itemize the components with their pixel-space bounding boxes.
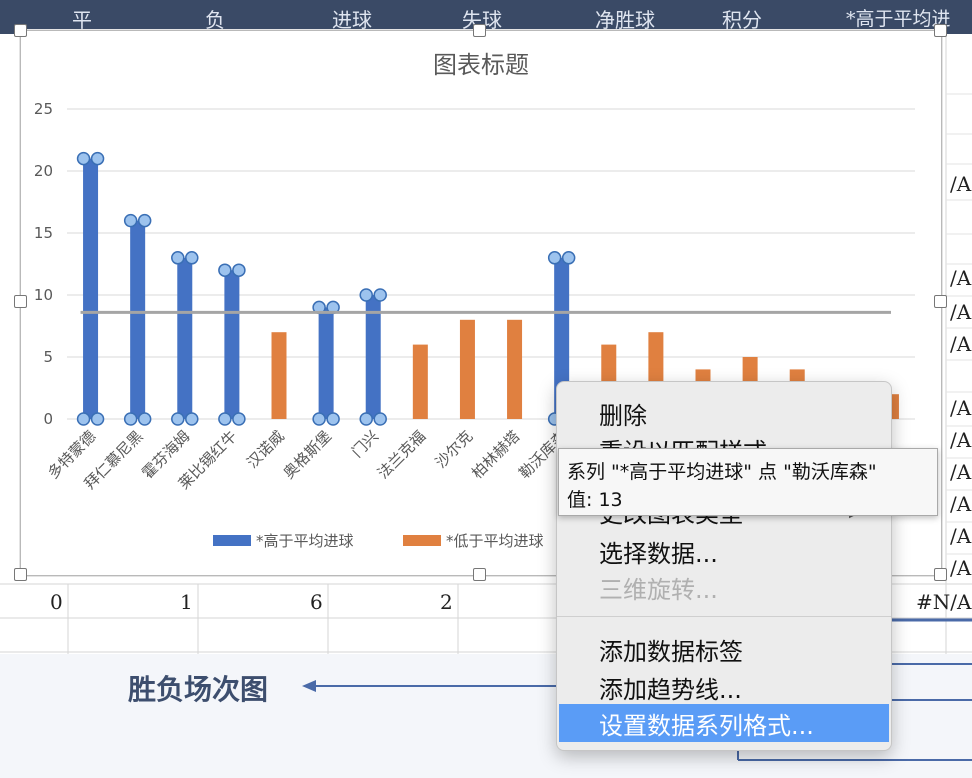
selection-handle	[547, 251, 562, 265]
selection-handle	[218, 263, 232, 277]
y-tick-label: 25	[34, 100, 53, 118]
menu-separator	[557, 616, 891, 617]
context-menu: 删除 重设以匹配样式 更改图表类型 ▶ 选择数据... 三维旋转... 添加数据…	[556, 381, 892, 751]
x-tick-label: 法兰克福	[374, 427, 429, 482]
resize-handle[interactable]	[473, 24, 486, 37]
selection-handle	[312, 412, 326, 426]
resize-handle[interactable]	[14, 24, 27, 37]
selection-handle	[76, 412, 91, 426]
legend-label-above-avg: *高于平均进球	[256, 532, 354, 550]
x-tick-label: 门兴	[348, 427, 382, 461]
menu-item-add-data-labels[interactable]: 添加数据标签	[599, 632, 743, 667]
x-tick-label: 柏林赫塔	[468, 427, 523, 482]
y-tick-label: 10	[34, 286, 53, 304]
bar-above-avg	[177, 257, 193, 419]
selection-handle	[76, 151, 91, 166]
selection-handle	[137, 412, 152, 426]
series-tooltip: 系列 "*高于平均进球" 点 "勒沃库森" 值: 13	[558, 448, 938, 516]
resize-handle[interactable]	[934, 295, 947, 308]
legend-swatch-below-avg	[403, 535, 441, 546]
y-tick-label: 5	[43, 348, 53, 366]
menu-item-3d-rotation: 三维旋转...	[599, 576, 718, 604]
selection-handle	[561, 251, 576, 265]
selection-handle	[373, 288, 387, 302]
selection-handle	[232, 412, 246, 426]
selection-handle	[171, 412, 185, 426]
y-tick-label: 20	[34, 162, 53, 180]
bar-above-avg	[318, 307, 334, 419]
legend-label-below-avg: *低于平均进球	[446, 532, 544, 550]
bar-below-avg	[507, 319, 523, 419]
bar-below-avg	[271, 332, 287, 419]
legend-swatch-above-avg	[213, 535, 251, 546]
selection-handle	[359, 288, 373, 302]
x-tick-label: 奥格斯堡	[280, 427, 335, 482]
selection-handle	[326, 412, 340, 426]
menu-item-add-trendline[interactable]: 添加趋势线...	[599, 670, 742, 705]
selection-handle	[90, 412, 105, 426]
menu-item-format-data-series[interactable]: 设置数据系列格式...	[599, 706, 814, 741]
selection-handle	[90, 151, 105, 166]
selection-handle	[218, 412, 232, 426]
resize-handle[interactable]	[934, 24, 947, 37]
selection-handle	[123, 412, 138, 426]
selection-handle	[185, 251, 199, 265]
y-tick-label: 0	[43, 410, 53, 428]
bar-above-avg	[83, 158, 99, 419]
x-tick-label: 沙尔克	[432, 427, 477, 472]
y-tick-label: 15	[34, 224, 53, 242]
selection-handle	[123, 213, 138, 228]
resize-handle[interactable]	[473, 568, 486, 581]
selection-handle	[185, 412, 199, 426]
selection-handle	[359, 412, 373, 426]
x-tick-label: 汉诺威	[243, 427, 288, 472]
bar-below-avg	[459, 319, 475, 419]
selection-handle	[171, 251, 185, 265]
bar-above-avg	[130, 220, 146, 419]
tooltip-series-line: 系列 "*高于平均进球" 点 "勒沃库森"	[567, 461, 877, 483]
resize-handle[interactable]	[934, 568, 947, 581]
bar-above-avg	[224, 270, 240, 419]
menu-item-delete[interactable]: 删除	[599, 396, 647, 431]
tooltip-value-line: 值: 13	[567, 489, 623, 511]
selection-handle	[373, 412, 387, 426]
selection-handle	[232, 263, 246, 277]
selection-handle	[137, 213, 152, 228]
bar-below-avg	[412, 344, 428, 419]
resize-handle[interactable]	[14, 568, 27, 581]
resize-handle[interactable]	[14, 295, 27, 308]
chart-title: 图表标题	[433, 51, 529, 79]
menu-item-select-data[interactable]: 选择数据...	[599, 534, 718, 569]
